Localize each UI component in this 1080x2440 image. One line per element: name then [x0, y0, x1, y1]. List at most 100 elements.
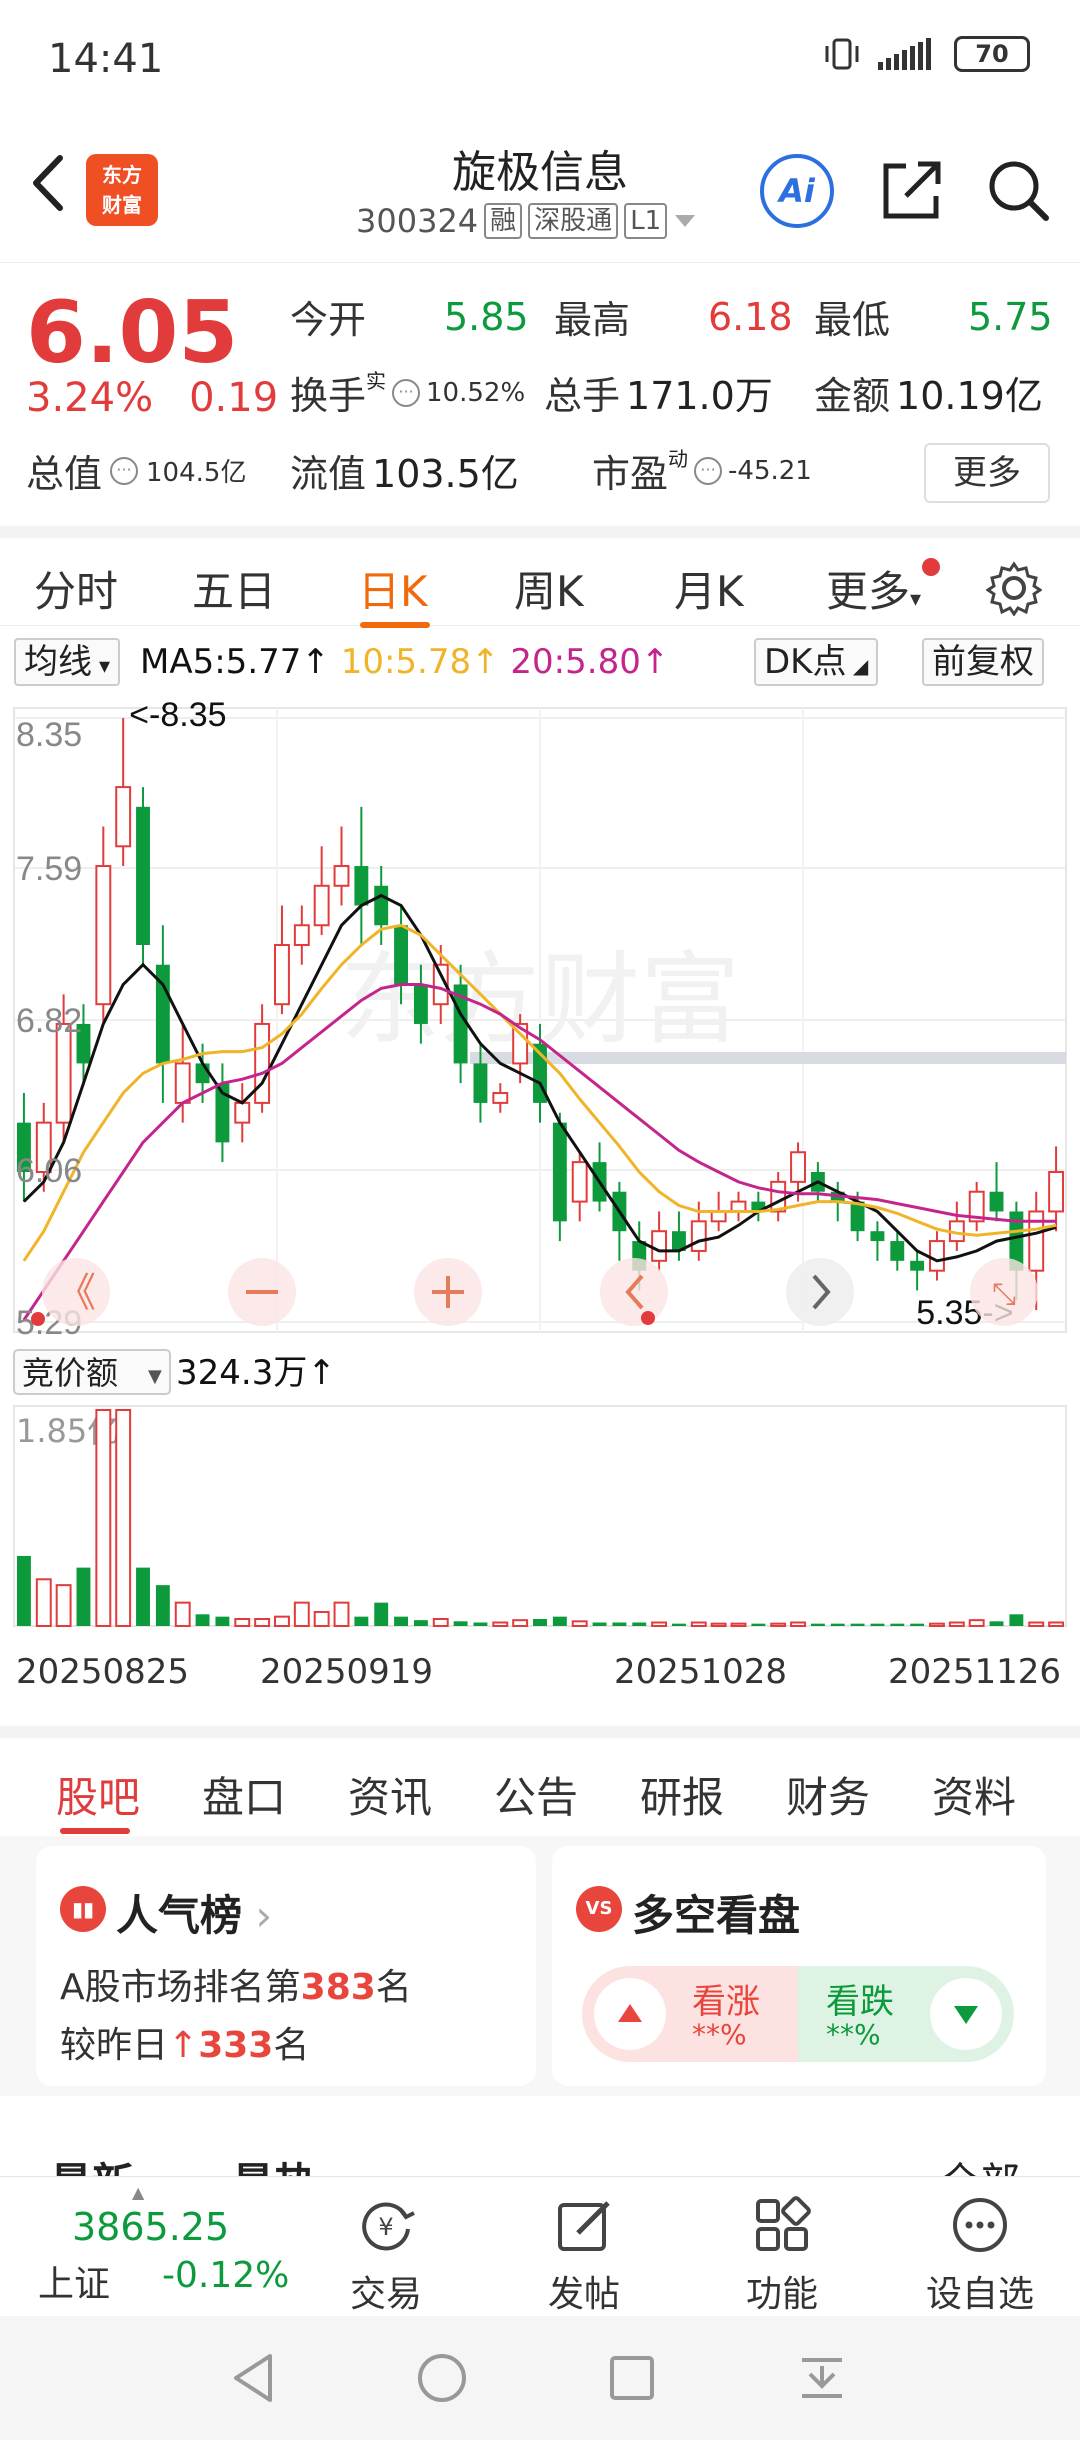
change-percent: 3.24% [26, 375, 154, 421]
nav-menu-icon[interactable] [794, 2350, 850, 2406]
tab-daily-k[interactable]: 日K [358, 558, 428, 619]
candle-up [274, 943, 290, 1006]
nav-back-icon[interactable] [226, 2350, 282, 2406]
scroll-left-icon[interactable]: 《 [42, 1258, 110, 1326]
ranking-icon: ▮▮ [60, 1886, 106, 1932]
candle-up [790, 1151, 806, 1183]
add-watchlist-button[interactable]: 设自选 [910, 2195, 1050, 2317]
caret-down-icon: ▾ [92, 654, 111, 679]
low-value: 5.75 [968, 294, 1053, 339]
candle-down [989, 1191, 1004, 1212]
volume-bar-down [989, 1621, 1004, 1626]
pe-dots-icon[interactable]: ··· [694, 456, 723, 485]
tab-news[interactable]: 资讯 [348, 1764, 432, 1825]
post-label: 发帖 [547, 2274, 620, 2315]
ma-dropdown[interactable]: 均线 ▾ [14, 638, 121, 686]
tab-order-book[interactable]: 盘口 [202, 1764, 286, 1825]
quote-panel: 6.05 3.24% 0.19 总值 ··· 104.5亿 今开 5.85 最高… [0, 262, 1080, 520]
triangle-up-icon [618, 2004, 642, 2022]
notification-dot [922, 558, 940, 576]
amount-value: 10.19亿 [896, 374, 1043, 418]
sort-latest[interactable]: 最新 [50, 2150, 134, 2176]
stock-header: 旋极信息 东方 财富 300324 融 深股通 L1 Ai [0, 120, 1080, 260]
sort-hottest[interactable]: 最热 [232, 2150, 316, 2176]
step-forward-icon[interactable] [786, 1258, 854, 1326]
volume-value: 171.0万 [626, 374, 773, 418]
tab-intraday[interactable]: 分时 [34, 558, 118, 619]
vote-up-button[interactable]: 看涨 **% [582, 1966, 798, 2062]
zoom-out-icon[interactable] [228, 1258, 296, 1326]
quote-row-1: 今开 5.85 最高 6.18 最低 5.75 [290, 289, 1070, 344]
volume-bar-up [174, 1601, 191, 1627]
vs-icon: VS [576, 1886, 622, 1932]
kline-chart[interactable]: 东方财富 8.357.596.826.065.29 <-8.35 5.35-> … [0, 694, 1080, 1724]
volume-bar-down [850, 1623, 865, 1626]
post-button[interactable]: 发帖 [514, 2195, 654, 2317]
volume-bar-down [374, 1602, 389, 1626]
trade-button[interactable]: ¥ 交易 [316, 2195, 456, 2317]
last-price: 6.05 [26, 283, 239, 383]
stock-code-row[interactable]: 300324 融 深股通 L1 [356, 202, 697, 240]
tab-research[interactable]: 研报 [640, 1764, 724, 1825]
share-icon[interactable] [876, 156, 946, 226]
back-icon[interactable] [22, 148, 72, 218]
nav-home-icon[interactable] [414, 2350, 470, 2406]
signal-icon [878, 38, 931, 70]
turnover-dots-icon[interactable]: ··· [392, 378, 421, 407]
volume-indicator-label: 竞价额 [22, 1354, 118, 1392]
functions-label: 功能 [745, 2274, 818, 2315]
more-quote-button[interactable]: 更多 [924, 443, 1050, 503]
tab-more[interactable]: 更多▾ [826, 558, 921, 619]
tab-weekly-k[interactable]: 周K [514, 558, 584, 619]
nav-recents-icon[interactable] [604, 2350, 660, 2406]
bottom-toolbar: ▲ 3865.25 上证 -0.12% ¥ 交易 发帖 功能 设自选 [0, 2176, 1080, 2316]
adjust-dropdown[interactable]: 前复权 [922, 638, 1044, 686]
volume-indicator-dropdown[interactable]: 竞价额 ▼ [13, 1349, 171, 1395]
filter-all[interactable]: 全部 [940, 2150, 1020, 2176]
max-price-label: <-8.35 [129, 696, 226, 734]
volume-bar-down [612, 1622, 627, 1626]
ma-dropdown-label: 均线 [24, 642, 92, 682]
rank-line: A股市场排名第383名 [60, 1958, 412, 2010]
popularity-card[interactable]: ▮▮ 人气榜 › A股市场排名第383名 较昨日↑333名 [36, 1846, 536, 2086]
volume-bar-up [333, 1601, 350, 1627]
tab-announcements[interactable]: 公告 [494, 1764, 578, 1825]
candle-down [552, 1122, 567, 1222]
step-back-icon[interactable] [600, 1258, 668, 1326]
pe-value: -45.21 [728, 455, 812, 486]
settings-gear-icon[interactable] [986, 560, 1042, 616]
volume-bar-down [870, 1623, 885, 1626]
tab-five-day[interactable]: 五日 [192, 558, 276, 619]
dk-point-dropdown[interactable]: DK点 ◢ [754, 638, 879, 686]
volume-bar-up [55, 1584, 72, 1627]
trade-icon: ¥ [362, 2202, 415, 2251]
candle-down [413, 984, 428, 1024]
vibrate-icon [825, 38, 859, 70]
more-dots-icon[interactable]: ··· [110, 456, 139, 485]
volume-label: 总手 [544, 374, 621, 418]
tab-monthly-k[interactable]: 月K [674, 558, 744, 619]
fullscreen-icon[interactable]: ⤡ [970, 1258, 1038, 1326]
tab-financials[interactable]: 财务 [786, 1764, 870, 1825]
volume-bar-down [453, 1621, 468, 1626]
search-icon[interactable] [984, 156, 1054, 226]
turnover-sup: 实 [366, 369, 387, 393]
volume-bar-up [35, 1578, 52, 1628]
index-ticker[interactable]: ▲ 3865.25 上证 -0.12% [0, 2177, 320, 2317]
candle-up [651, 1230, 668, 1262]
turnover-label: 换手 [290, 374, 367, 418]
bull-bear-card[interactable]: VS 多空看盘 看涨 **% 看跌 **% [552, 1846, 1046, 2086]
arrow-up-icon: ↑ [168, 2025, 199, 2066]
volume-bar-down [671, 1623, 686, 1626]
tab-guba[interactable]: 股吧 [56, 1764, 140, 1825]
tab-profile[interactable]: 资料 [932, 1764, 1016, 1825]
volume-value: 324.3万↑ [176, 1353, 336, 1393]
ai-button[interactable]: Ai [760, 154, 834, 228]
functions-button[interactable]: 功能 [712, 2195, 852, 2317]
chart-grid [13, 707, 1067, 1627]
candle-up [254, 1022, 271, 1104]
arrow-down-circle [930, 1978, 1002, 2050]
vote-down-button[interactable]: 看跌 **% [798, 1966, 1014, 2062]
zoom-in-icon[interactable] [414, 1258, 482, 1326]
volume-bar-down [136, 1567, 150, 1626]
